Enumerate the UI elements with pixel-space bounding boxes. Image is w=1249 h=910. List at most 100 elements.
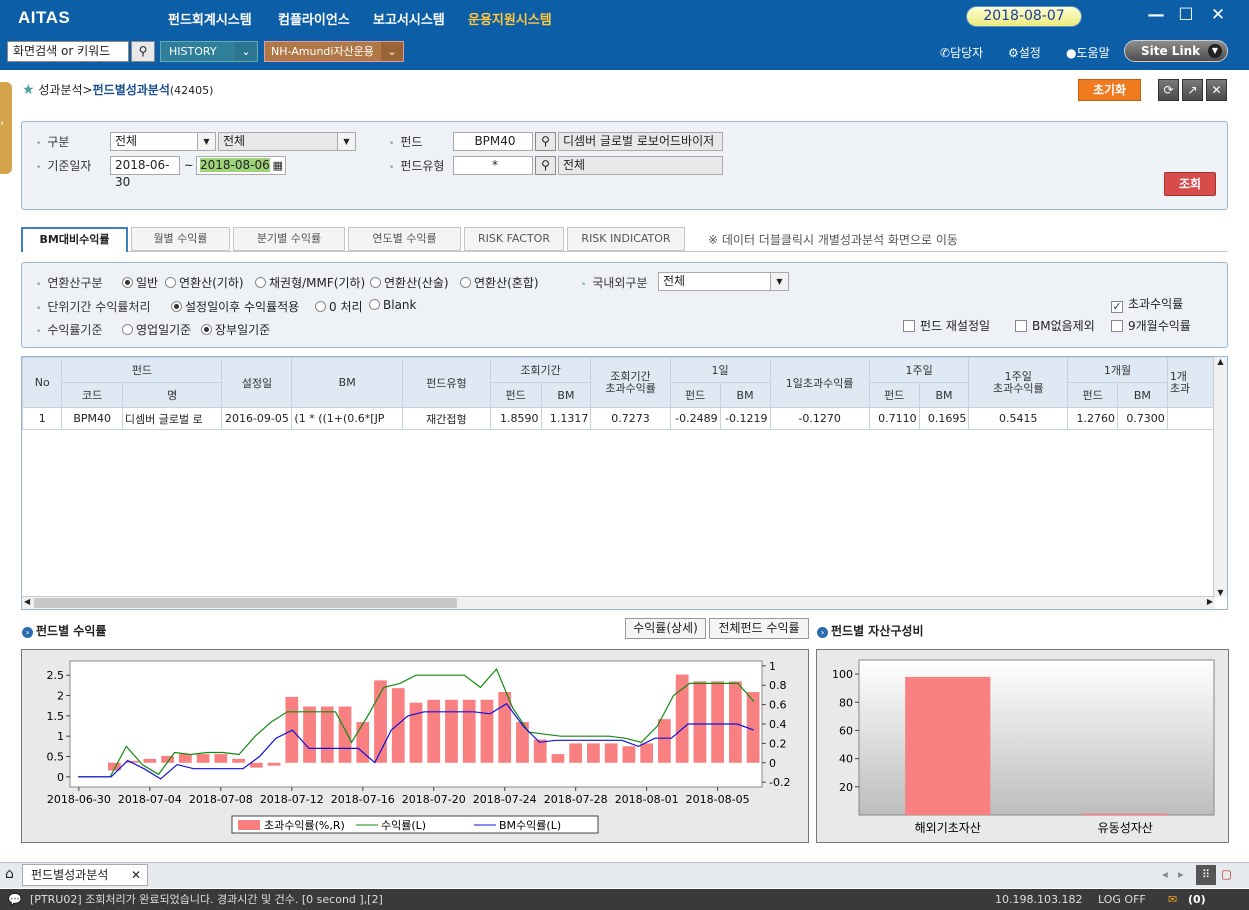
checkbox-fund-reset[interactable]: 펀드 재설정일 xyxy=(903,317,990,334)
grid-hscroll-thumb[interactable] xyxy=(34,598,457,608)
tab-quarterly[interactable]: 분기별 수익률 xyxy=(233,227,345,251)
menu-fund-accounting[interactable]: 펀드회계시스템 xyxy=(168,9,252,28)
manager-link[interactable]: ✆담당자 xyxy=(940,44,983,61)
refresh-icon[interactable]: ⟳ xyxy=(1158,79,1179,101)
radio-dot xyxy=(460,277,471,288)
gubun-select-1[interactable]: 전체 ▼ xyxy=(110,132,216,151)
col-1d-excess[interactable]: 1일초과수익률 xyxy=(769,357,870,408)
close-page-icon[interactable]: ✕ xyxy=(1206,79,1227,101)
minimize-icon[interactable]: — xyxy=(1146,5,1166,25)
col-1w-bm[interactable]: BM xyxy=(918,382,970,408)
checkbox-no-bm[interactable]: BM없음제외 xyxy=(1015,317,1095,334)
query-button[interactable]: 조회 xyxy=(1164,172,1216,196)
col-setup[interactable]: 설정일 xyxy=(221,357,293,408)
search-icon[interactable]: ⚲ xyxy=(131,41,155,62)
radio-bond-mmf[interactable]: 채권형/MMF(기하) xyxy=(255,274,365,291)
radio-general[interactable]: 일반 xyxy=(122,274,158,291)
close-all-icon[interactable]: ▢ xyxy=(1221,867,1232,881)
screen-search-input[interactable]: 화면검색 or 키워드 xyxy=(7,41,129,62)
fundtype-code-input[interactable]: * xyxy=(453,156,533,175)
grid-hscroll[interactable]: ◀ ▶ xyxy=(22,596,1215,609)
tab-monthly[interactable]: 월별 수익률 xyxy=(131,227,230,251)
gear-icon: ⚙ xyxy=(1008,46,1019,60)
fund-search-icon[interactable]: ⚲ xyxy=(535,132,556,151)
settings-link[interactable]: ⚙설정 xyxy=(1008,44,1041,61)
col-code[interactable]: 코드 xyxy=(61,382,123,408)
bottom-tab-fund-performance[interactable]: 펀드별성과분석 ✕ xyxy=(22,864,148,886)
date-from-input[interactable]: 2018-06-30 xyxy=(110,156,180,189)
radio-business-day[interactable]: 영업일기준 xyxy=(122,321,191,338)
col-1m-fund[interactable]: 펀드 xyxy=(1067,382,1118,408)
col-1w-fund[interactable]: 펀드 xyxy=(868,382,920,408)
col-period-bm[interactable]: BM xyxy=(540,382,592,408)
home-icon[interactable]: ⌂ xyxy=(5,866,14,882)
radio-blank[interactable]: Blank xyxy=(369,298,416,312)
col-1w-excess[interactable]: 1주일 초과수익률 xyxy=(968,357,1069,408)
radio-book-day[interactable]: 장부일기준 xyxy=(201,321,270,338)
col-bm[interactable]: BM xyxy=(291,357,403,408)
col-1d[interactable]: 1일 xyxy=(669,357,771,383)
radio-setup-after[interactable]: 설정일이후 수익률적용 xyxy=(171,298,299,315)
grid-vscroll[interactable]: ▲ ▼ xyxy=(1213,357,1227,597)
cell-period-excess: 0.7273 xyxy=(590,407,671,430)
date-to-input[interactable]: 2018-08-06 ▦ xyxy=(196,156,286,175)
radio-mixed[interactable]: 연환산(혼합) xyxy=(460,274,539,291)
checkbox-box xyxy=(1015,320,1027,332)
tab-yearly[interactable]: 연도별 수익률 xyxy=(348,227,461,251)
menu-compliance[interactable]: 컴플라이언스 xyxy=(278,9,350,28)
col-name[interactable]: 명 xyxy=(121,382,223,408)
close-icon[interactable]: ✕ xyxy=(131,865,141,885)
col-type[interactable]: 펀드유형 xyxy=(401,357,491,408)
share-icon[interactable]: ↗ xyxy=(1182,79,1203,101)
date-label: 기준일자 xyxy=(36,157,91,174)
x-tick-label: 2018-06-30 xyxy=(47,793,111,806)
asset-bar xyxy=(905,676,991,815)
tab-risk-factor[interactable]: RISK FACTOR xyxy=(464,227,564,251)
col-1m[interactable]: 1개월 xyxy=(1067,357,1168,383)
logoff-button[interactable]: LOG OFF xyxy=(1098,889,1146,910)
fundtype-search-icon[interactable]: ⚲ xyxy=(535,156,556,175)
cell-type: 재간접형 xyxy=(401,407,491,430)
radio-geo[interactable]: 연환산(기하) xyxy=(165,274,244,291)
col-1w[interactable]: 1주일 xyxy=(868,357,970,383)
menu-operation-support[interactable]: 운용지원시스템 xyxy=(468,9,552,28)
col-period[interactable]: 조회기간 xyxy=(489,357,592,383)
left-panel-toggle[interactable]: › xyxy=(0,82,12,174)
calendar-icon[interactable]: ▦ xyxy=(273,157,283,174)
prev-tab-icon[interactable]: ◂ xyxy=(1162,867,1168,881)
menu-report[interactable]: 보고서시스템 xyxy=(373,9,445,28)
col-1m-bm[interactable]: BM xyxy=(1117,382,1168,408)
notice-icon[interactable]: ✉ xyxy=(1168,889,1177,910)
table-row[interactable]: 1 BPM40 디셈버 글로벌 로 2016-09-05 (1 * ((1+(0… xyxy=(22,407,1227,430)
col-1d-fund[interactable]: 펀드 xyxy=(669,382,721,408)
x-tick-label: 2018-07-16 xyxy=(331,793,395,806)
next-tab-icon[interactable]: ▸ xyxy=(1178,867,1184,881)
tab-risk-indicator[interactable]: RISK INDICATOR xyxy=(567,227,685,251)
col-period-excess[interactable]: 조회기간 초과수익률 xyxy=(590,357,671,408)
col-period-fund[interactable]: 펀드 xyxy=(489,382,542,408)
grid-view-icon[interactable]: ⠿ xyxy=(1196,865,1216,885)
radio-arith[interactable]: 연환산(산술) xyxy=(370,274,449,291)
tab-bm-return[interactable]: BM대비수익률 xyxy=(21,227,128,252)
fund-code-input[interactable]: BPM40 xyxy=(453,132,533,151)
close-icon[interactable]: ✕ xyxy=(1208,5,1228,25)
company-dropdown[interactable]: NH-Amundi자산운용 ⌄ xyxy=(264,41,404,62)
maximize-icon[interactable]: ☐ xyxy=(1176,5,1196,25)
radio-zero[interactable]: 0 처리 xyxy=(315,298,363,315)
result-grid: No 펀드 설정일 BM 펀드유형 조회기간 조회기간 초과수익률 1일 1일초과… xyxy=(21,356,1228,610)
gubun-select-2[interactable]: 전체 ▼ xyxy=(218,132,356,151)
checkbox-9month[interactable]: 9개월수익률 xyxy=(1111,317,1191,334)
checkbox-excess-return[interactable]: ✓ 초과수익률 xyxy=(1111,295,1183,313)
history-dropdown[interactable]: HISTORY ⌄ xyxy=(160,41,258,62)
checkbox-box xyxy=(903,320,915,332)
col-1d-bm[interactable]: BM xyxy=(719,382,771,408)
help-link[interactable]: ●도움말 xyxy=(1066,44,1110,61)
detail-return-button[interactable]: 수익률(상세) xyxy=(625,618,706,639)
col-fund[interactable]: 펀드 xyxy=(61,357,223,383)
all-fund-return-button[interactable]: 전체펀드 수익률 xyxy=(709,618,809,639)
star-icon[interactable]: ★ xyxy=(22,82,35,98)
col-no[interactable]: No xyxy=(22,357,63,408)
domestic-select[interactable]: 전체 ▼ xyxy=(658,272,789,291)
site-link-button[interactable]: Site Link ▼ xyxy=(1124,40,1228,62)
reset-button[interactable]: 초기화 xyxy=(1078,79,1141,101)
